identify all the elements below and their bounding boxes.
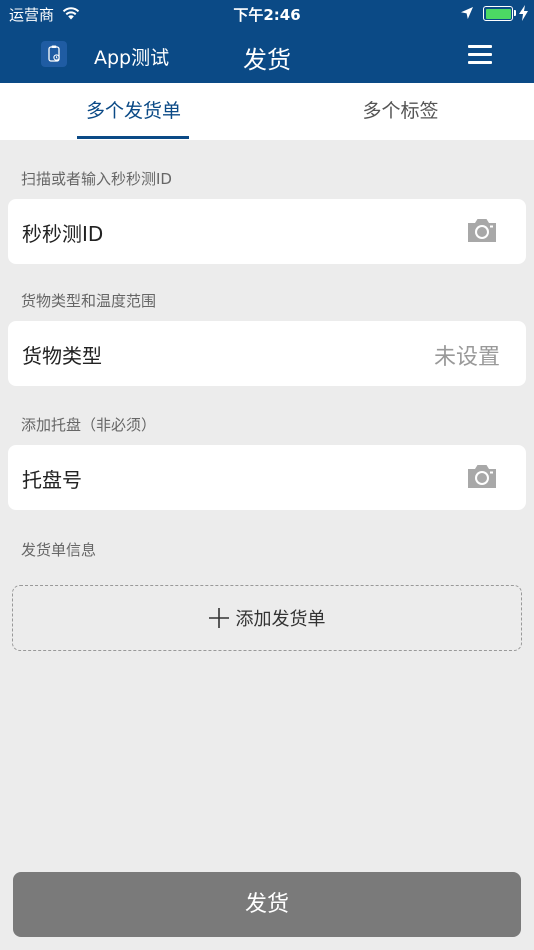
scan-section-label: 扫描或者输入秒秒测ID — [21, 170, 172, 188]
pallet-row[interactable]: 托盘号 — [8, 445, 526, 510]
battery-icon — [483, 6, 513, 21]
tab-active-indicator — [77, 136, 189, 139]
app-logo-icon — [41, 41, 67, 67]
status-bar: 运营商 下午2:46 — [0, 0, 534, 28]
battery-tip — [514, 10, 516, 16]
camera-icon[interactable] — [466, 462, 498, 490]
goods-section-label: 货物类型和温度范围 — [21, 292, 157, 310]
pallet-section-label: 添加托盘（非必须） — [21, 416, 157, 434]
nav-header: 运营商 下午2:46 App测试 发货 — [0, 0, 534, 83]
location-arrow-icon — [461, 7, 473, 19]
menu-button[interactable] — [466, 43, 494, 65]
tab-multiple-invoices[interactable]: 多个发货单 — [0, 83, 267, 140]
status-time: 下午2:46 — [233, 6, 301, 24]
plus-icon — [208, 608, 229, 628]
tab-multiple-labels[interactable]: 多个标签 — [267, 83, 534, 140]
goods-type-value[interactable]: 未设置 — [434, 339, 500, 371]
invoice-section-label: 发货单信息 — [21, 541, 97, 559]
pallet-number-field[interactable]: 托盘号 — [22, 464, 82, 493]
add-invoice-label: 添加发货单 — [235, 609, 326, 630]
app-name: App测试 — [94, 47, 170, 69]
goods-type-label: 货物类型 — [22, 344, 102, 368]
add-invoice-button[interactable]: 添加发货单 — [12, 585, 522, 651]
ship-button[interactable]: 发货 — [13, 872, 521, 937]
menu-icon-bar — [468, 61, 492, 64]
device-id-row[interactable]: 秒秒测ID — [8, 199, 526, 264]
page-title: 发货 — [243, 46, 291, 74]
tab-bar: 多个发货单 多个标签 — [0, 83, 534, 140]
charging-bolt-icon — [519, 5, 528, 21]
camera-icon[interactable] — [466, 216, 498, 244]
menu-icon-bar — [468, 53, 492, 56]
menu-icon — [468, 45, 492, 48]
goods-type-row[interactable]: 货物类型 未设置 — [8, 321, 526, 386]
device-id-field[interactable]: 秒秒测ID — [22, 218, 103, 247]
